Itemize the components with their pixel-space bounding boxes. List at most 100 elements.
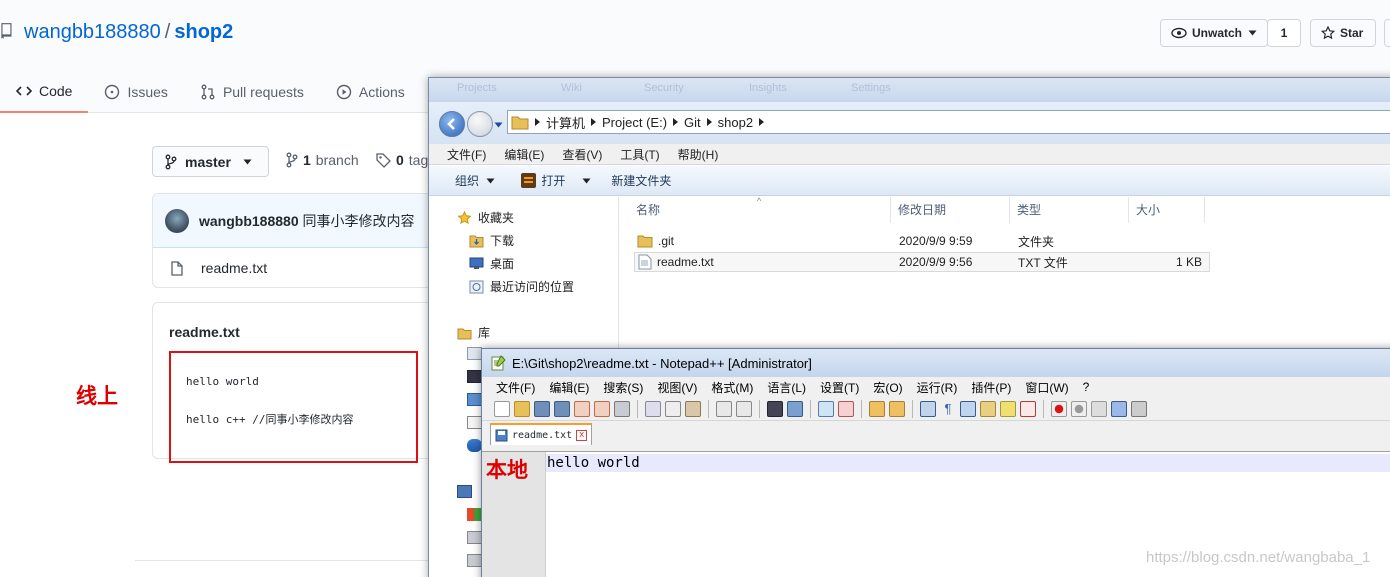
paste-icon[interactable] — [685, 400, 701, 417]
menu-item[interactable]: 运行(R) — [917, 379, 958, 396]
nav-library-docs2[interactable] — [467, 416, 482, 429]
address-bar[interactable]: 计算机 Project (E:) Git shop2 — [507, 110, 1390, 134]
menu-item[interactable]: 工具(T) — [620, 146, 659, 163]
menu-item[interactable]: 格式(M) — [711, 379, 753, 396]
unwatch-button[interactable]: Unwatch — [1160, 19, 1268, 47]
zoom-in-icon[interactable] — [818, 400, 834, 417]
column-type[interactable]: 类型 — [1010, 197, 1129, 223]
nav-favorites[interactable]: 收藏夹 — [457, 209, 514, 226]
commit-author[interactable]: wangbb188880 — [199, 213, 299, 229]
replace-icon[interactable] — [787, 400, 803, 417]
tab-pull-requests[interactable]: Pull requests — [184, 70, 320, 113]
branches-link[interactable]: 1 branch — [286, 152, 359, 168]
avatar[interactable] — [165, 208, 189, 233]
nav-drive[interactable] — [467, 531, 482, 544]
menu-item[interactable]: 编辑(E) — [549, 379, 589, 396]
open-button[interactable]: 打开 — [521, 172, 591, 189]
open-file-icon[interactable] — [514, 400, 530, 417]
forward-button[interactable] — [467, 111, 493, 137]
save-icon[interactable] — [534, 400, 550, 417]
close-all-icon[interactable] — [594, 400, 610, 417]
new-folder-button[interactable]: 新建文件夹 — [611, 172, 671, 189]
file-row[interactable]: readme.txt 2020/9/9 9:56 TXT 文件 1 KB — [634, 252, 1210, 272]
menu-item[interactable]: 帮助(H) — [678, 146, 719, 163]
nav-libraries[interactable]: 库 — [457, 324, 490, 341]
tab-actions[interactable]: Actions — [320, 70, 421, 113]
cut-icon[interactable] — [645, 400, 661, 417]
close-icon[interactable]: x — [576, 429, 588, 441]
sync-v-icon[interactable] — [869, 400, 885, 417]
menu-item[interactable]: 宏(O) — [873, 379, 902, 396]
fork-button[interactable] — [1384, 19, 1390, 47]
star-button[interactable]: Star — [1310, 19, 1376, 47]
indent-guide-icon[interactable] — [960, 400, 976, 417]
breadcrumb-item[interactable]: shop2 — [718, 115, 753, 130]
menu-item[interactable]: 编辑(E) — [504, 146, 544, 163]
word-wrap-icon[interactable] — [920, 400, 936, 417]
nav-recent[interactable]: 最近访问的位置 — [469, 278, 574, 295]
column-modified[interactable]: 修改日期 — [891, 197, 1010, 223]
file-name-link[interactable]: readme.txt — [201, 260, 267, 276]
column-name[interactable]: 名称 ^ — [634, 196, 891, 223]
menu-item[interactable]: 插件(P) — [971, 379, 1011, 396]
menu-item[interactable]: 窗口(W) — [1025, 379, 1068, 396]
recent-pages-icon[interactable] — [494, 122, 503, 128]
repo-owner-link[interactable]: wangbb188880 — [24, 21, 161, 43]
menu-item[interactable]: 视图(V) — [657, 379, 697, 396]
branch-select-button[interactable]: master — [152, 146, 269, 177]
function-list-icon[interactable] — [1020, 400, 1036, 417]
repo-name-link[interactable]: shop2 — [174, 21, 233, 43]
file-row[interactable]: .git 2020/9/9 9:59 文件夹 — [634, 231, 1210, 251]
play-multiple-icon[interactable] — [1111, 400, 1127, 417]
commit-message[interactable]: 同事小李修改内容 — [303, 213, 415, 229]
record-macro-icon[interactable] — [1051, 400, 1067, 417]
redo-icon[interactable] — [736, 400, 752, 417]
zoom-out-icon[interactable] — [838, 400, 854, 417]
sync-h-icon[interactable] — [889, 400, 905, 417]
lang-icon[interactable] — [980, 400, 996, 417]
watch-count[interactable]: 1 — [1267, 19, 1301, 47]
nav-downloads[interactable]: 下载 — [469, 232, 514, 249]
nav-library-music[interactable] — [467, 439, 482, 452]
column-size[interactable]: 大小 — [1129, 197, 1205, 223]
tab-issues[interactable]: Issues — [88, 70, 183, 113]
find-icon[interactable] — [767, 400, 783, 417]
menu-item[interactable]: 文件(F) — [447, 146, 486, 163]
tab-code[interactable]: Code — [0, 70, 89, 113]
editor-text[interactable]: hello world — [547, 455, 640, 471]
file-row[interactable]: readme.txt — [153, 248, 441, 287]
nav-library-documents[interactable] — [467, 347, 482, 360]
doc-map-icon[interactable] — [1000, 400, 1016, 417]
show-all-chars-icon[interactable]: ¶ — [940, 400, 956, 417]
menu-item[interactable]: 设置(T) — [820, 379, 859, 396]
breadcrumb-item[interactable]: Git — [684, 115, 701, 130]
menu-item[interactable]: ? — [1083, 380, 1090, 394]
new-file-icon[interactable] — [494, 400, 510, 417]
nav-library-pictures[interactable] — [467, 393, 482, 406]
nav-library-videos[interactable] — [467, 370, 482, 383]
close-file-icon[interactable] — [574, 400, 590, 417]
save-macro-icon[interactable] — [1131, 400, 1147, 417]
organize-button[interactable]: 组织 — [455, 172, 495, 189]
breadcrumb-item[interactable]: 计算机 — [546, 113, 585, 132]
breadcrumb-item[interactable]: Project (E:) — [602, 115, 667, 130]
menu-item[interactable]: 查看(V) — [562, 146, 602, 163]
back-button[interactable] — [439, 111, 465, 137]
explorer-title-bar[interactable]: Projects Wiki Security Insights Settings — [429, 78, 1390, 102]
copy-icon[interactable] — [665, 400, 681, 417]
notepad-title-bar[interactable]: E:\Git\shop2\readme.txt - Notepad++ [Adm… — [482, 349, 1390, 377]
nav-drive[interactable] — [467, 508, 482, 521]
print-icon[interactable] — [614, 400, 630, 417]
undo-icon[interactable] — [716, 400, 732, 417]
nav-desktop[interactable]: 桌面 — [469, 255, 514, 272]
save-all-icon[interactable] — [554, 400, 570, 417]
notepad-tab-readme[interactable]: readme.txt x — [490, 423, 592, 445]
nav-computer[interactable] — [457, 485, 472, 498]
menu-item[interactable]: 文件(F) — [496, 379, 535, 396]
play-macro-icon[interactable] — [1091, 400, 1107, 417]
tags-link[interactable]: 0 tags — [376, 152, 435, 168]
stop-macro-icon[interactable] — [1071, 400, 1087, 417]
menu-item[interactable]: 语言(L) — [767, 379, 806, 396]
nav-drive[interactable] — [467, 554, 482, 567]
menu-item[interactable]: 搜索(S) — [603, 379, 643, 396]
